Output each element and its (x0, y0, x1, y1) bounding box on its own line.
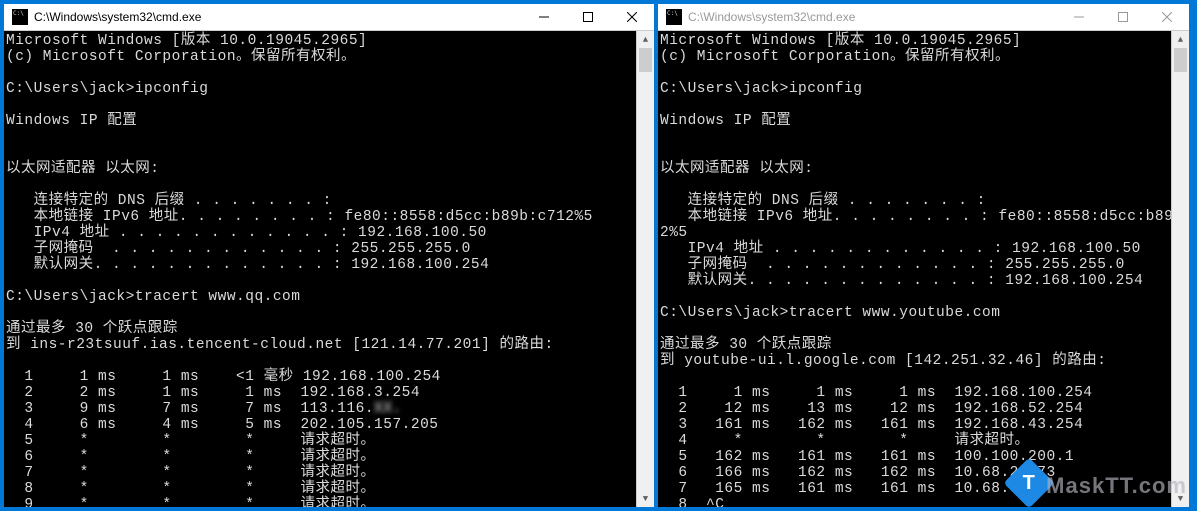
window-title: C:\Windows\system32\cmd.exe (34, 10, 522, 24)
close-button[interactable] (610, 4, 654, 30)
maximize-button[interactable] (1101, 4, 1145, 30)
close-button[interactable] (1145, 4, 1189, 30)
terminal-output-right[interactable]: Microsoft Windows [版本 10.0.19045.2965] (… (658, 31, 1189, 507)
scroll-thumb[interactable] (1174, 48, 1187, 72)
scrollbar-left[interactable]: ▲ ▼ (636, 31, 654, 507)
minimize-button[interactable] (522, 4, 566, 30)
scroll-up-icon[interactable]: ▲ (637, 31, 654, 48)
maximize-button[interactable] (566, 4, 610, 30)
window-title: C:\Windows\system32\cmd.exe (688, 10, 1057, 24)
titlebar-right[interactable]: C:\Windows\system32\cmd.exe (658, 4, 1189, 31)
scroll-up-icon[interactable]: ▲ (1172, 31, 1189, 48)
scroll-down-icon[interactable]: ▼ (637, 490, 654, 507)
minimize-button[interactable] (1057, 4, 1101, 30)
cmd-icon (12, 9, 28, 25)
cmd-icon (666, 9, 682, 25)
scrollbar-right[interactable]: ▲ ▼ (1171, 31, 1189, 507)
titlebar-left[interactable]: C:\Windows\system32\cmd.exe (4, 4, 654, 31)
terminal-output-left[interactable]: Microsoft Windows [版本 10.0.19045.2965] (… (4, 31, 654, 507)
cmd-window-left: C:\Windows\system32\cmd.exe Microsoft Wi… (4, 4, 654, 507)
cmd-window-right: C:\Windows\system32\cmd.exe Microsoft Wi… (658, 4, 1189, 507)
scroll-thumb[interactable] (639, 48, 652, 72)
watermark-text: MaskTT.com (1046, 473, 1187, 499)
